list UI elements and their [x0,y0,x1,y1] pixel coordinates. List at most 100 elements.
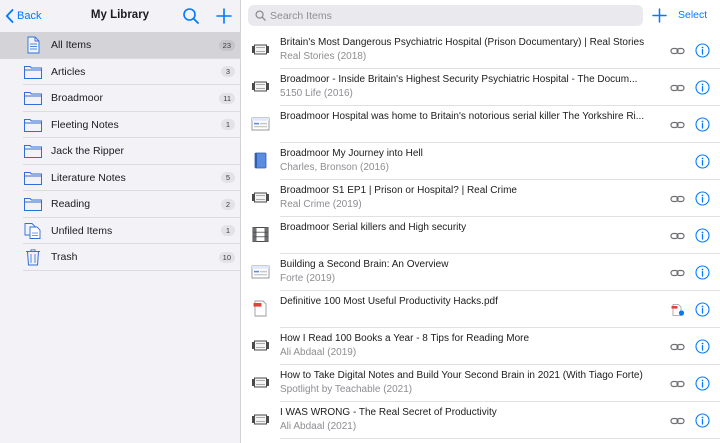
item-count-badge: 1 [221,119,235,131]
search-input[interactable] [270,9,610,22]
folder-icon [23,63,43,81]
sidebar-item-label: Trash [51,251,78,264]
item-title: Broadmoor Hospital was home to Britain's… [280,111,645,122]
folder-icon [23,169,43,187]
link-icon[interactable] [670,81,685,93]
sidebar-item-jack-the-ripper[interactable]: Jack the Ripper [0,138,241,165]
link-icon[interactable] [670,340,685,352]
item-subtitle: 5150 Life (2016) [280,88,353,99]
book-icon [251,152,270,169]
back-button[interactable]: Back [5,7,41,25]
link-icon[interactable] [670,118,685,130]
item-list: Britain's Most Dangerous Psychiatric Hos… [241,32,720,439]
item-subtitle: Spotlight by Teachable (2021) [280,384,413,395]
info-icon[interactable] [695,191,710,206]
webpage-icon [251,263,270,280]
sidebar-item-label: Jack the Ripper [51,145,124,158]
add-item-button[interactable] [651,7,668,24]
divider [23,269,241,271]
info-icon[interactable] [695,339,710,354]
sidebar-item-label: Reading [51,198,91,211]
item-count-badge: 5 [221,172,235,184]
items-header: Select [241,0,720,32]
item-title: How I Read 100 Books a Year - 8 Tips for… [280,333,530,344]
folder-icon [23,116,43,134]
document-icon [23,36,43,54]
link-icon[interactable] [670,192,685,204]
info-icon[interactable] [695,376,710,391]
info-icon[interactable] [695,43,710,58]
item-subtitle: Real Stories (2018) [280,51,367,62]
item-subtitle: Real Crime (2019) [280,199,362,210]
unfiled-icon [23,222,43,240]
item-row[interactable]: Definitive 100 Most Useful Productivity … [241,291,720,328]
search-icon[interactable] [182,7,200,25]
item-row[interactable]: I WAS WRONG - The Real Secret of Product… [241,402,720,439]
link-icon[interactable] [670,229,685,241]
item-row[interactable]: How to Take Digital Notes and Build Your… [241,365,720,402]
sidebar-item-reading[interactable]: Reading 2 [0,191,241,218]
video-icon [251,41,270,58]
video-icon [251,337,270,354]
link-icon[interactable] [670,44,685,56]
library-sidebar: Back My Library All Items 23 Articles 3 Broa… [0,0,241,443]
item-title: Broadmoor Serial killers and High securi… [280,222,467,233]
trash-icon [23,248,43,266]
info-icon[interactable] [695,80,710,95]
item-title: How to Take Digital Notes and Build Your… [280,370,643,381]
sidebar-item-label: All Items [51,39,92,52]
item-row[interactable]: Britain's Most Dangerous Psychiatric Hos… [241,32,720,69]
sidebar-item-label: Articles [51,65,86,78]
folder-icon [23,89,43,107]
info-icon[interactable] [695,302,710,317]
video-icon [251,411,270,428]
sidebar-item-label: Broadmoor [51,92,103,105]
chevron-left-icon [5,9,14,23]
info-icon[interactable] [695,413,710,428]
item-subtitle: Ali Abdaal (2019) [280,347,357,358]
item-row[interactable]: Broadmoor - Inside Britain's Highest Sec… [241,69,720,106]
search-bar[interactable] [248,5,643,26]
folder-icon [23,195,43,213]
item-title: I WAS WRONG - The Real Secret of Product… [280,407,497,418]
sidebar-item-fleeting-notes[interactable]: Fleeting Notes 1 [0,112,241,138]
sidebar-item-broadmoor[interactable]: Broadmoor 11 [0,85,241,112]
select-button[interactable]: Select [678,9,707,21]
item-subtitle: Forte (2019) [280,273,336,284]
info-icon[interactable] [695,154,710,169]
library-title: My Library [90,9,150,21]
info-icon[interactable] [695,228,710,243]
item-count-badge: 1 [221,225,235,237]
item-title: Broadmoor My Journey into Hell [280,148,423,159]
sidebar-item-articles[interactable]: Articles 3 [0,59,241,85]
item-count-badge: 3 [221,66,235,78]
collection-list: All Items 23 Articles 3 Broadmoor 11 Fleeting … [0,32,241,271]
info-icon[interactable] [695,117,710,132]
item-subtitle: Ali Abdaal (2021) [280,421,357,432]
item-row[interactable]: Broadmoor My Journey into Hell Charles, B… [241,143,720,180]
sidebar-item-all-items[interactable]: All Items 23 [0,32,241,59]
item-count-badge: 2 [221,198,235,210]
sidebar-item-label: Unfiled Items [51,224,113,237]
info-icon[interactable] [695,265,710,280]
pdf-badge-icon[interactable] [670,303,685,316]
item-row[interactable]: How I Read 100 Books a Year - 8 Tips for… [241,328,720,365]
pdf-icon [251,300,270,317]
item-row[interactable]: Building a Second Brain: An Overview Fort… [241,254,720,291]
add-collection-button[interactable] [215,7,233,25]
item-title: Britain's Most Dangerous Psychiatric Hos… [280,37,645,48]
sidebar-item-label: Fleeting Notes [51,118,119,131]
sidebar-item-unfiled-items[interactable]: Unfiled Items 1 [0,218,241,244]
link-icon[interactable] [670,377,685,389]
item-count-badge: 23 [218,39,235,51]
item-title: Building a Second Brain: An Overview [280,259,449,270]
item-row[interactable]: Broadmoor Serial killers and High securi… [241,217,720,254]
link-icon[interactable] [670,414,685,426]
item-row[interactable]: Broadmoor Hospital was home to Britain's… [241,106,720,143]
sidebar-item-literature-notes[interactable]: Literature Notes 5 [0,165,241,191]
webpage-icon [251,115,270,132]
search-icon [255,10,266,21]
sidebar-item-trash[interactable]: Trash 10 [0,244,241,271]
item-row[interactable]: Broadmoor S1 EP1 | Prison or Hospital? |… [241,180,720,217]
link-icon[interactable] [670,266,685,278]
